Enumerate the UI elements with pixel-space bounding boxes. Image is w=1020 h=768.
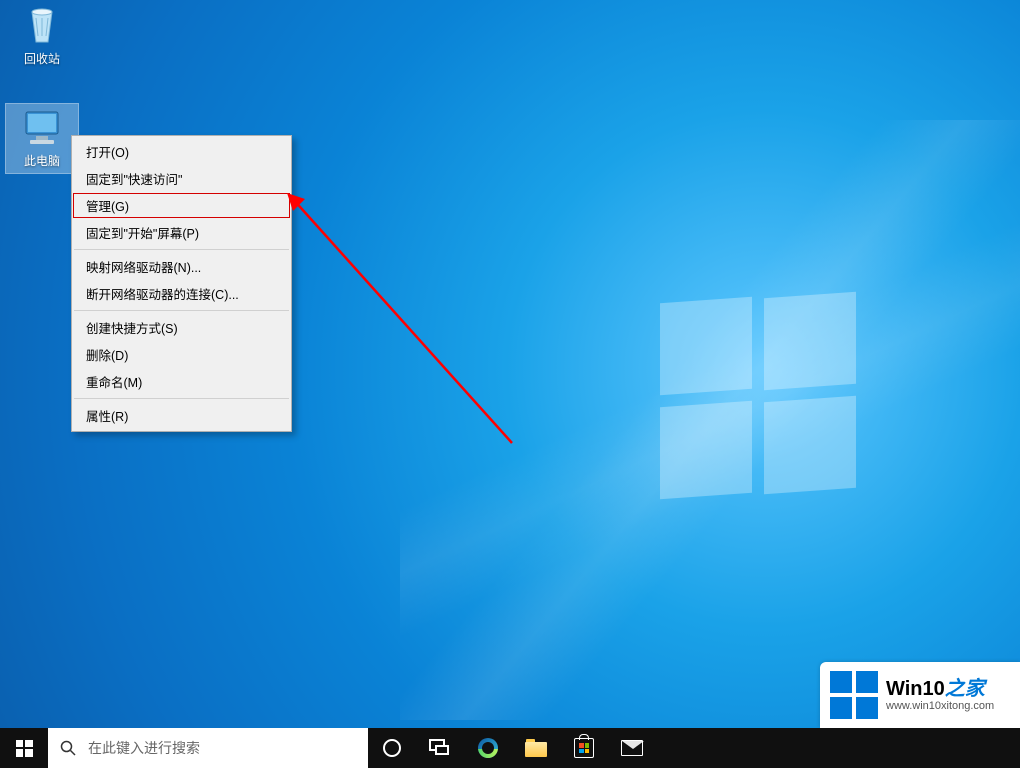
this-pc-icon [18,108,66,148]
desktop[interactable]: 回收站 此电脑 打开(O) 固定到"快速访问" 管理(G) 固定到"开始"屏幕(… [0,0,1020,768]
ctx-separator [74,310,289,311]
taskbar-mail[interactable] [608,728,656,768]
windows-logo-wallpaper [660,300,860,500]
taskbar-cortana[interactable] [368,728,416,768]
ctx-item-pin-start[interactable]: 固定到"开始"屏幕(P) [72,219,291,246]
watermark-title: Win10之家 [886,678,994,700]
taskbar-file-explorer[interactable] [512,728,560,768]
desktop-icon-label: 回收站 [6,50,78,67]
taskbar-edge[interactable] [464,728,512,768]
cortana-icon [383,739,401,757]
ctx-item-properties[interactable]: 属性(R) [72,402,291,429]
context-menu: 打开(O) 固定到"快速访问" 管理(G) 固定到"开始"屏幕(P) 映射网络驱… [71,135,292,432]
folder-icon [525,739,547,757]
ctx-item-disconnect-network-drive[interactable]: 断开网络驱动器的连接(C)... [72,280,291,307]
ctx-item-open[interactable]: 打开(O) [72,138,291,165]
desktop-icon-label: 此电脑 [6,152,78,169]
task-view-icon [429,739,451,757]
search-icon [48,740,88,756]
ctx-item-map-network-drive[interactable]: 映射网络驱动器(N)... [72,253,291,280]
edge-icon [478,738,498,758]
watermark: Win10之家 www.win10xitong.com [820,662,1020,728]
taskbar-store[interactable] [560,728,608,768]
desktop-icon-recycle-bin[interactable]: 回收站 [6,6,78,67]
annotation-arrow [282,193,542,453]
ctx-item-create-shortcut[interactable]: 创建快捷方式(S) [72,314,291,341]
windows-icon [16,740,33,757]
ctx-separator [74,249,289,250]
taskbar-task-view[interactable] [416,728,464,768]
mail-icon [621,740,643,756]
watermark-url: www.win10xitong.com [886,700,994,712]
ctx-separator [74,398,289,399]
store-icon [574,738,594,758]
recycle-bin-icon [18,6,66,46]
search-placeholder: 在此键入进行搜索 [88,738,200,758]
watermark-logo-icon [830,671,878,719]
start-button[interactable] [0,728,48,768]
taskbar-search[interactable]: 在此键入进行搜索 [48,728,368,768]
ctx-item-delete[interactable]: 删除(D) [72,341,291,368]
taskbar: 在此键入进行搜索 [0,728,1020,768]
ctx-item-pin-quick-access[interactable]: 固定到"快速访问" [72,165,291,192]
ctx-item-manage[interactable]: 管理(G) [72,192,291,219]
ctx-item-rename[interactable]: 重命名(M) [72,368,291,395]
desktop-icon-this-pc[interactable]: 此电脑 [6,104,78,173]
